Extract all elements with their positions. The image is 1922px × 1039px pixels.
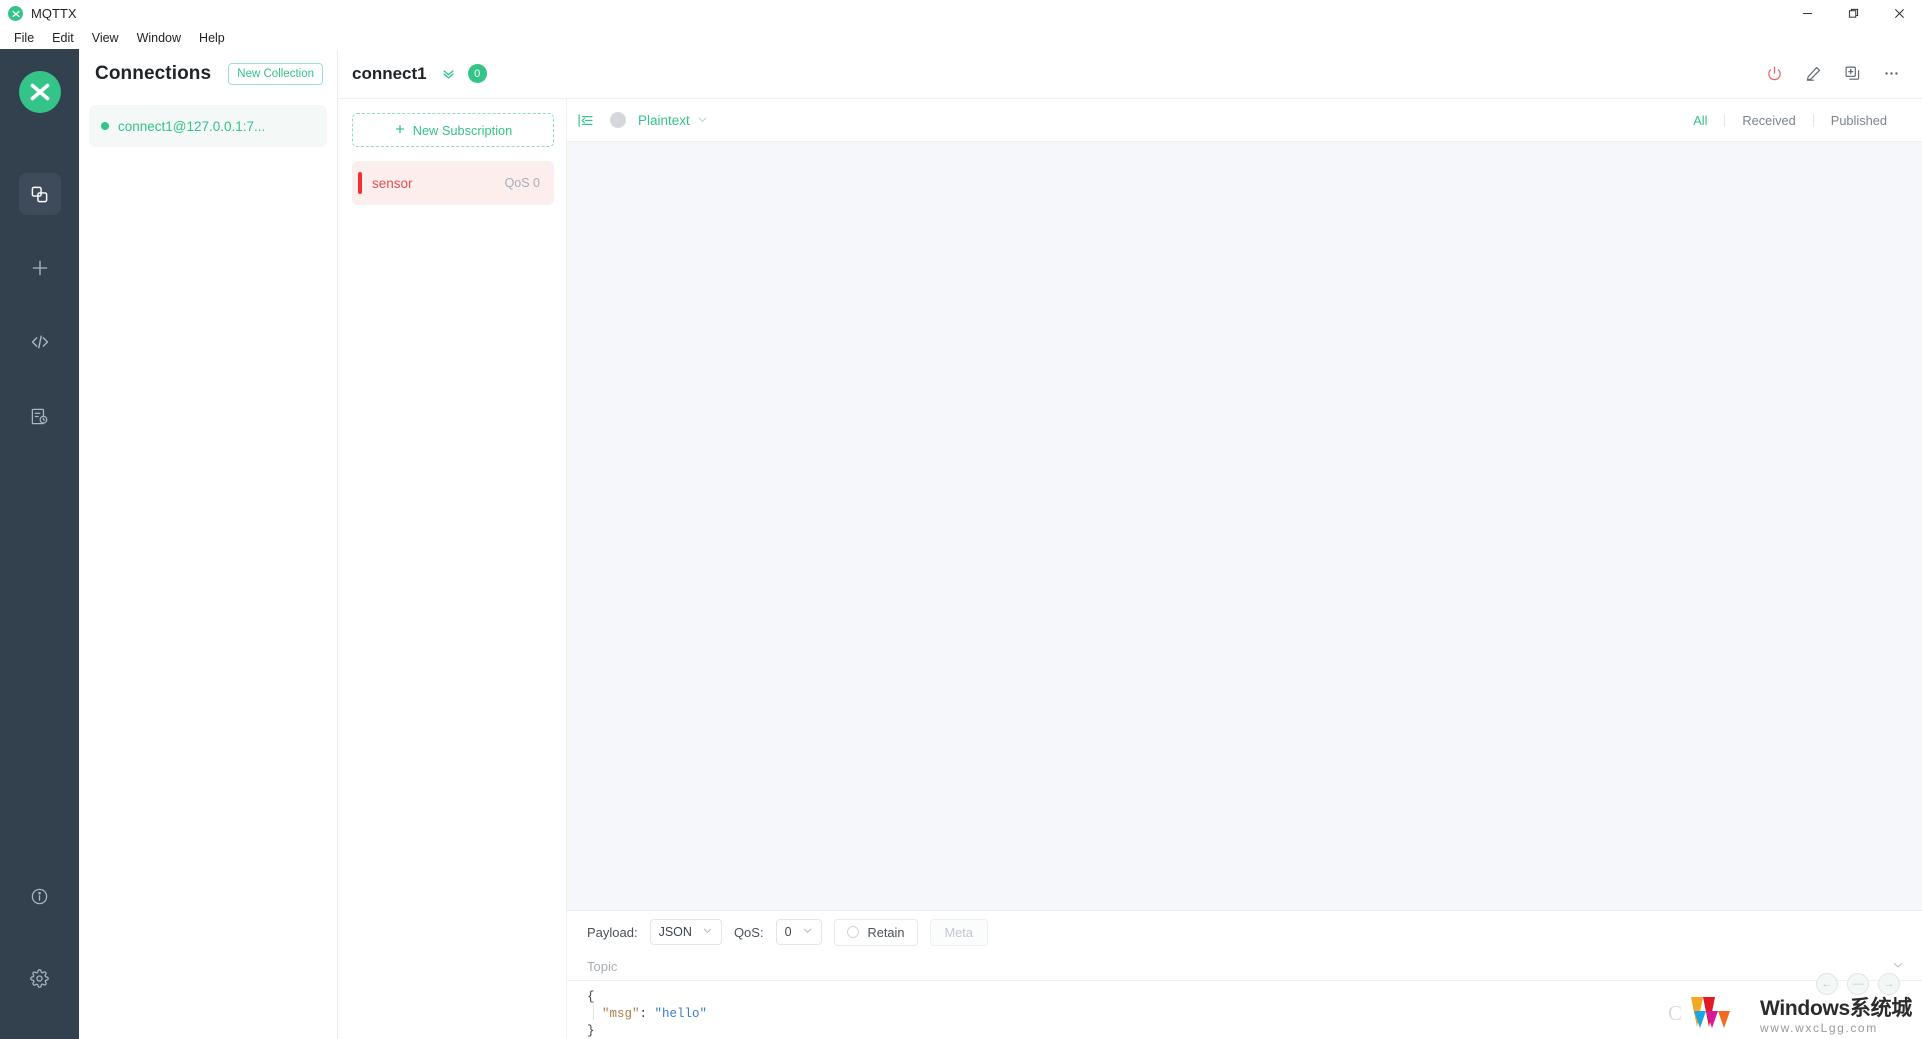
payload-format-value: Plaintext (638, 112, 690, 128)
subscription-color-bar (358, 172, 362, 194)
disconnect-power-icon[interactable] (1766, 65, 1783, 82)
main-body: Connections New Collection connect1@127.… (0, 49, 1922, 1039)
info-icon[interactable] (19, 875, 61, 917)
left-icon-rail (0, 49, 79, 1039)
menu-bar: File Edit View Window Help (0, 27, 1922, 49)
meta-button[interactable]: Meta (929, 918, 988, 946)
editor-indent-guide (593, 1005, 594, 1020)
settings-gear-icon[interactable] (19, 957, 61, 999)
publish-toolbar: Payload: JSON QoS: 0 Retain Meta (567, 911, 1922, 953)
editor-json-key: "msg" (602, 1007, 640, 1021)
message-toolbar: Plaintext All Received Published (567, 99, 1922, 142)
code-script-icon[interactable] (19, 321, 61, 363)
send-message-button[interactable]: → (1878, 973, 1900, 995)
filter-all[interactable]: All (1676, 113, 1724, 128)
list-item[interactable]: sensor QoS 0 (352, 161, 554, 205)
editor-close-brace: } (587, 1024, 595, 1038)
editor-open-brace: { (587, 990, 595, 1004)
clear-button[interactable]: — (1847, 973, 1869, 995)
message-list[interactable] (567, 142, 1922, 910)
retain-label: Retain (867, 924, 905, 940)
chevron-down-icon (802, 925, 813, 939)
connection-header: connect1 0 (338, 49, 1922, 99)
topic-input[interactable]: Topic (587, 959, 617, 974)
new-connection-plus-icon[interactable] (19, 247, 61, 289)
editor-json-colon: : (639, 1007, 655, 1021)
menu-item-help[interactable]: Help (191, 29, 233, 47)
connection-label: connect1@127.0.0.1:7... (118, 118, 266, 134)
title-bar-left: MQTTX (0, 6, 77, 21)
retain-checkbox[interactable]: Retain (833, 918, 918, 946)
payload-editor[interactable]: { "msg": "hello" } (567, 981, 1922, 1039)
menu-item-file[interactable]: File (6, 29, 42, 47)
duplicate-connection-icon[interactable] (1844, 65, 1861, 82)
close-button[interactable] (1876, 0, 1922, 27)
mqttx-window: MQTTX File Edit View Window Help Connect… (0, 0, 1922, 1039)
avatar (610, 112, 626, 128)
subscriptions-panel: New Subscription sensor QoS 0 (338, 99, 567, 1039)
publish-area: Payload: JSON QoS: 0 Retain Meta Topic {… (567, 910, 1922, 1039)
message-pane: Plaintext All Received Published Payload… (567, 99, 1922, 1039)
editor-line: "msg": "hello" (587, 1006, 1922, 1023)
connection-status-dot (101, 122, 109, 130)
connections-header: Connections New Collection (79, 49, 337, 99)
subscription-topic: sensor (372, 175, 413, 191)
menu-item-view[interactable]: View (84, 29, 127, 47)
message-filters: All Received Published (1676, 113, 1904, 128)
editor-json-value: "hello" (654, 1007, 708, 1021)
menu-item-window[interactable]: Window (129, 29, 189, 47)
prev-message-button[interactable]: ← (1816, 973, 1838, 995)
qos-label: QoS: (733, 924, 764, 940)
chevron-down-icon (702, 925, 713, 939)
mqttx-logo-icon (8, 6, 23, 21)
filter-published[interactable]: Published (1814, 113, 1904, 128)
connection-name: connect1 (352, 63, 427, 83)
editor-line: } (587, 1023, 1922, 1039)
qos-value: 0 (784, 925, 792, 939)
message-count-badge: 0 (467, 64, 487, 83)
filter-received[interactable]: Received (1725, 113, 1812, 128)
plus-icon (394, 123, 406, 138)
list-item[interactable]: connect1@127.0.0.1:7... (89, 105, 327, 147)
new-collection-button[interactable]: New Collection (228, 63, 323, 85)
mqttx-logo-icon (18, 71, 61, 113)
double-chevron-down-icon[interactable] (441, 66, 456, 81)
edit-pencil-icon[interactable] (1805, 65, 1822, 82)
window-controls (1784, 0, 1922, 27)
chevron-down-icon[interactable] (1892, 959, 1904, 974)
qos-select[interactable]: 0 (775, 919, 822, 945)
connection-header-actions (1766, 65, 1900, 82)
connections-list: connect1@127.0.0.1:7... (79, 99, 337, 147)
chevron-down-icon (697, 113, 708, 128)
retain-radio-icon (846, 926, 859, 938)
app-title: MQTTX (31, 6, 77, 21)
connections-panel: Connections New Collection connect1@127.… (79, 49, 338, 1039)
payload-type-select[interactable]: JSON (649, 919, 722, 945)
minimize-button[interactable] (1784, 0, 1830, 27)
content-row: New Subscription sensor QoS 0 Plaintext … (338, 99, 1922, 1039)
maximize-button[interactable] (1830, 0, 1876, 27)
publish-buttons: ← — → (1816, 973, 1900, 995)
new-subscription-label: New Subscription (412, 122, 513, 138)
more-options-icon[interactable] (1883, 65, 1900, 82)
topic-input-row[interactable]: Topic (567, 953, 1922, 981)
payload-label: Payload: (587, 924, 638, 940)
log-viewer-icon[interactable] (19, 395, 61, 437)
subscription-qos: QoS 0 (504, 176, 540, 190)
editor-line: { (587, 989, 1922, 1006)
new-subscription-button[interactable]: New Subscription (352, 113, 554, 147)
payload-format-select[interactable]: Plaintext (638, 113, 708, 128)
title-bar: MQTTX (0, 0, 1922, 27)
payload-type-value: JSON (658, 925, 692, 939)
menu-item-edit[interactable]: Edit (44, 29, 82, 47)
page-title: Connections (95, 63, 212, 84)
connections-icon[interactable] (18, 173, 61, 215)
collapse-panel-icon[interactable] (577, 112, 594, 129)
right-region: connect1 0 New Subscription sensor QoS 0… (338, 49, 1922, 1039)
